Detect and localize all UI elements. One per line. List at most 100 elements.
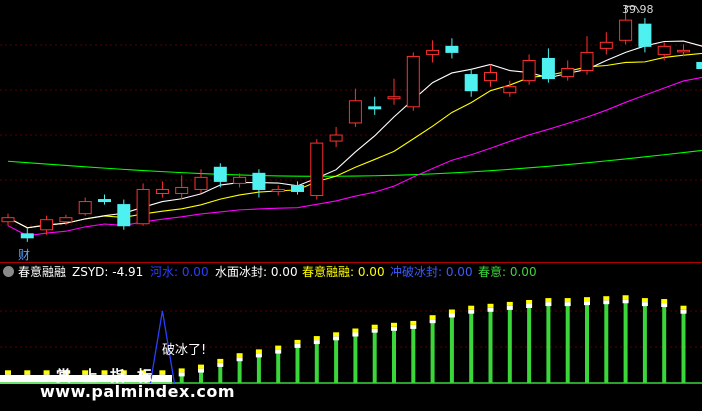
spring-bar: [565, 305, 570, 383]
spring-bar: [623, 302, 628, 383]
bar-cap-white: [661, 303, 668, 308]
bar-cap-white: [217, 362, 224, 367]
bar-cap-yellow: [545, 298, 552, 303]
bar-cap-yellow: [294, 339, 301, 344]
candle-body: [368, 106, 382, 110]
spring-bar: [276, 352, 281, 383]
candle-body: [541, 57, 555, 80]
bar-cap-yellow: [448, 309, 455, 314]
candle-body: [310, 142, 324, 197]
bar-cap-white: [275, 349, 282, 354]
candle-body: [233, 176, 247, 184]
finance-tab-badge[interactable]: 财: [18, 246, 30, 263]
candle-body: [561, 68, 575, 78]
candle-body: [348, 100, 362, 124]
spring-bar: [411, 327, 416, 383]
spring-bar: [507, 308, 512, 383]
candle-body: [329, 134, 343, 142]
bar-cap-white: [506, 305, 513, 310]
spring-bar: [488, 310, 493, 383]
bar-cap-white: [526, 304, 533, 308]
legend-ice-surface: 水面冰封: 0.00: [215, 265, 298, 279]
candle-body: [1, 217, 15, 223]
bar-cap-white: [255, 353, 262, 358]
spring-bar: [604, 303, 609, 383]
bar-cap-white: [313, 340, 320, 345]
bar-cap-yellow: [526, 300, 533, 304]
candle-body: [657, 45, 671, 55]
candle-body: [426, 49, 440, 55]
spring-bar: [527, 307, 532, 383]
candle-body: [136, 188, 150, 225]
bar-cap-yellow: [333, 332, 340, 337]
bar-cap-yellow: [680, 305, 687, 310]
spring-bar: [392, 329, 396, 383]
bar-cap-white: [43, 374, 50, 379]
bar-cap-white: [371, 328, 378, 333]
candle-body: [20, 233, 34, 239]
bar-cap-white: [5, 374, 11, 379]
bar-cap-white: [487, 307, 494, 312]
indicator-header: 春意融融 ZSYD: -4.91 河水: 0.00 水面冰封: 0.00 春意融…: [0, 263, 702, 281]
bar-cap-yellow: [255, 349, 262, 354]
bar-cap-white: [584, 301, 590, 306]
bar-cap-white: [448, 313, 455, 318]
bar-cap-yellow: [391, 322, 397, 327]
bar-cap-white: [352, 332, 359, 337]
ma10-line: [7, 52, 702, 229]
bar-cap-white: [294, 343, 301, 348]
bar-cap-yellow: [661, 299, 668, 304]
spring-bar: [372, 331, 377, 383]
spring-bar: [295, 346, 300, 383]
spring-bar: [546, 305, 551, 383]
candle-body: [696, 61, 702, 70]
bar-cap-yellow: [603, 296, 610, 301]
candle-body: [213, 166, 227, 182]
spring-bar: [256, 356, 261, 383]
indicator-name[interactable]: 春意融融: [18, 263, 66, 281]
bar-cap-white: [333, 336, 340, 341]
bar-cap-white: [391, 326, 397, 331]
bar-cap-yellow: [371, 324, 378, 329]
candle-body: [117, 204, 131, 227]
bar-cap-white: [468, 309, 475, 314]
spring-bar: [642, 305, 647, 383]
candle-body: [503, 86, 517, 94]
bar-cap-white: [680, 309, 687, 314]
candle-body: [291, 184, 304, 192]
legend-spring-warmth: 春意融融: 0.00: [302, 265, 385, 279]
spring-bar: [469, 312, 474, 383]
max-price-label: 39.98: [622, 3, 654, 16]
candle-body: [387, 96, 401, 100]
spring-bar: [334, 339, 339, 383]
candle-body: [175, 186, 189, 194]
bar-cap-yellow: [584, 297, 590, 302]
candle-body: [599, 41, 613, 49]
bar-cap-yellow: [410, 320, 417, 325]
spring-bar: [681, 312, 686, 383]
candle-body: [98, 199, 111, 203]
spring-bar: [353, 335, 358, 383]
candle-body: [638, 23, 652, 47]
candle-body: [484, 72, 497, 82]
spring-bar: [585, 304, 589, 383]
legend-break-ice: 冲破冰封: 0.00: [390, 265, 473, 279]
spring-bar: [314, 343, 319, 383]
bar-cap-white: [545, 302, 552, 307]
bar-cap-yellow: [198, 364, 204, 369]
chevron-down-icon[interactable]: [3, 266, 14, 277]
bar-cap-yellow: [275, 345, 282, 350]
bar-cap-white: [641, 302, 648, 307]
bar-cap-yellow: [178, 368, 185, 373]
bar-cap-white: [622, 299, 629, 304]
bar-cap-yellow: [622, 295, 629, 300]
bar-cap-yellow: [5, 370, 11, 375]
candle-body: [155, 188, 169, 194]
candle-body: [252, 172, 266, 190]
spring-bar: [237, 360, 242, 383]
bar-cap-yellow: [641, 298, 648, 303]
bar-cap-white: [410, 324, 417, 329]
bar-cap-white: [429, 319, 436, 324]
bar-cap-white: [564, 302, 571, 307]
candle-body: [522, 59, 536, 82]
